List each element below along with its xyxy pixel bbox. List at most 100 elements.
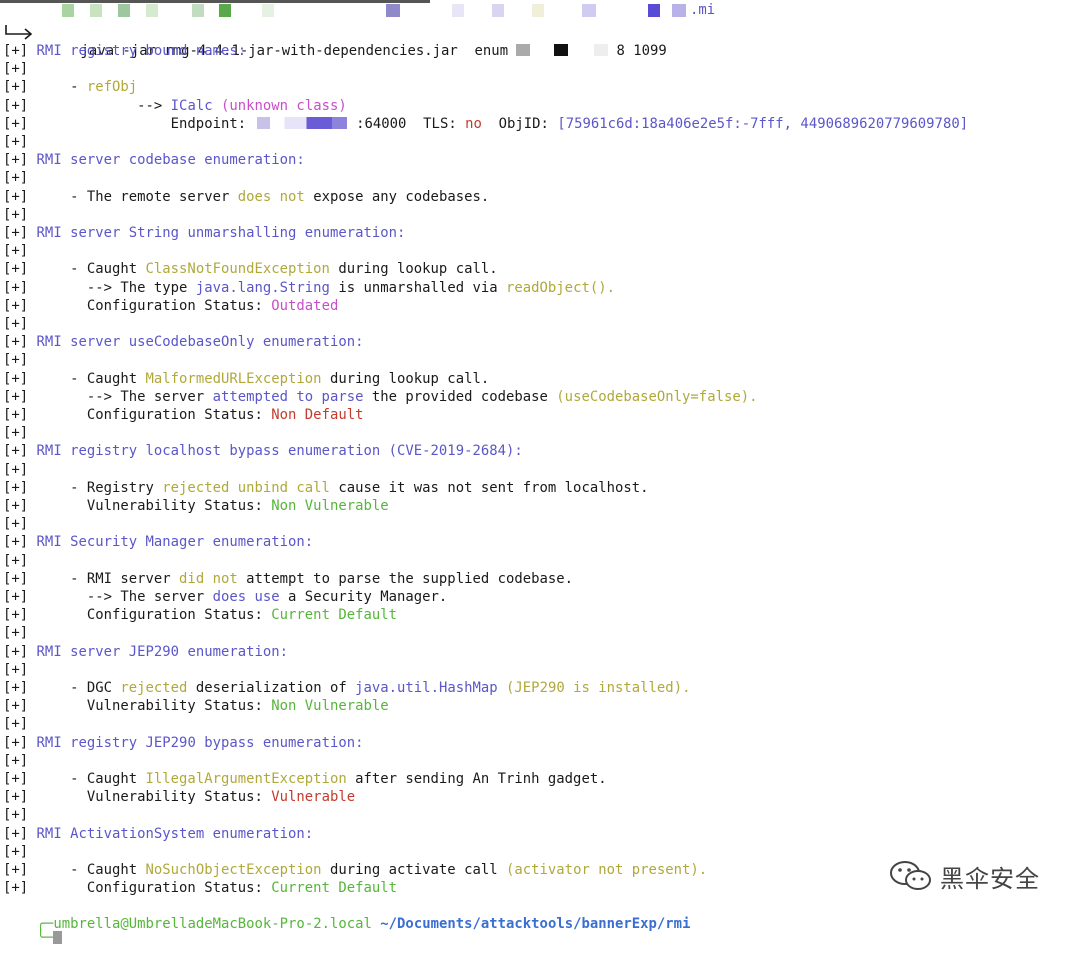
output-line: [+] Endpoint::64000 TLS: no ObjID: [7596… [3, 115, 968, 133]
output-segment: RMI server String unmarshalling enumerat… [36, 225, 406, 241]
output-segment [498, 680, 506, 696]
wechat-icon [890, 861, 931, 890]
output-line: [+] - Caught MalformedURLException durin… [3, 370, 489, 388]
output-line: [+] [3, 206, 28, 224]
output-segment: [+] - The remote server [3, 188, 238, 205]
output-segment: [+] - Caught [3, 370, 146, 387]
redaction-blocks [0, 0, 686, 17]
output-segment: java.lang.String [195, 279, 330, 296]
output-segment: during lookup call. [321, 370, 490, 387]
output-line: [+] [3, 315, 28, 333]
output-line: [+] - Registry rejected unbind call caus… [3, 479, 649, 497]
output-segment: a Security Manager. [279, 589, 448, 605]
output-line: [+] Configuration Status: Outdated [3, 297, 338, 315]
output-segment: [+] [3, 170, 29, 187]
output-segment: [+] [3, 206, 29, 223]
output-line: [+] [3, 552, 28, 570]
output-segment: [+] [3, 716, 29, 733]
output-segment: [+] - [3, 79, 87, 96]
output-line: [+] RMI server JEP290 enumeration: [3, 643, 288, 661]
output-segment: [+] [3, 334, 37, 351]
text-cursor [53, 931, 63, 944]
output-segment: (unknown class) [220, 97, 347, 114]
output-line: [+] [3, 242, 28, 260]
output-line: [+] - Caught IllegalArgumentException af… [3, 770, 607, 788]
output-segment: [+] [3, 516, 29, 533]
output-line: [+] --> ICalc (unknown class) [3, 97, 347, 115]
output-segment: [+] [3, 352, 29, 369]
output-line: [+] [3, 515, 28, 533]
command-line: java -jar rmg-4.4.1-jar-with-dependencie… [47, 24, 667, 59]
output-segment: does use [212, 589, 280, 605]
output-segment: no [465, 115, 482, 132]
output-segment: ObjID: [481, 115, 558, 132]
output-segment: Current Default [271, 880, 398, 897]
output-segment: Current Default [271, 607, 398, 624]
return-arrow-icon [5, 25, 33, 40]
output-segment: RMI registry localhost bypass enumeratio… [36, 443, 523, 460]
output-segment: expose any codebases. [304, 188, 490, 205]
output-segment: [+] - Caught [3, 261, 146, 278]
output-segment: [+] - RMI server [3, 570, 180, 587]
output-segment: cause it was not sent from localhost. [329, 479, 649, 496]
output-segment: RMI Security Manager enumeration: [36, 534, 314, 551]
output-segment: refObj [86, 79, 138, 96]
output-segment: is unmarshalled via [329, 279, 506, 296]
output-segment: :64000 TLS: [356, 115, 466, 132]
output-segment: RMI server codebase enumeration: [36, 152, 305, 169]
top-line-suffix: .mi [690, 2, 716, 18]
shell-prompt: ╭─umbrella@UmbrelladeMacBook-Pro-2.local… [3, 897, 691, 932]
output-segment: [+] [3, 461, 29, 478]
prompt-path: ~/Documents/attacktools/bannerExp/rmi [380, 916, 691, 932]
output-segment: [+] - Registry [3, 479, 163, 496]
output-segment: [+] [3, 807, 29, 824]
output-line: [+] [3, 461, 28, 479]
output-segment: readObject(). [506, 279, 615, 296]
terminal-window[interactable]: .mi java -jar rmg-4.4.1-jar-with-depende… [0, 0, 1080, 946]
output-segment: (activator not present). [506, 862, 708, 878]
output-segment: during lookup call. [329, 261, 498, 278]
watermark: 黑伞安全 [888, 858, 1058, 894]
output-line: [+] [3, 169, 28, 187]
output-segment: deserialization of [187, 680, 356, 696]
output-line: [+] - Caught NoSuchObjectException durin… [3, 861, 707, 879]
output-segment: [+] [3, 443, 37, 460]
output-segment: the provided codebase [363, 388, 557, 405]
output-segment: RMI server JEP290 enumeration: [36, 643, 289, 660]
output-segment: during activate call [321, 862, 506, 878]
output-line: [+] [3, 424, 28, 442]
output-segment: [+] [3, 552, 29, 569]
output-segment: [+] --> [3, 97, 171, 114]
redacted-top-line: .mi [0, 0, 720, 20]
output-line: [+] RMI ActivationSystem enumeration: [3, 825, 313, 843]
output-segment: does not [237, 188, 305, 205]
output-segment: Non Vulnerable [271, 698, 389, 715]
output-line: [+] RMI server String unmarshalling enum… [3, 224, 405, 242]
output-segment: [+] Configuration Status: [3, 297, 272, 314]
output-line: [+] --> The server does use a Security M… [3, 588, 447, 606]
output-line: [+] [3, 752, 28, 770]
output-segment: [+] --> The server [3, 388, 213, 405]
output-line: [+] --> The server attempted to parse th… [3, 388, 758, 406]
output-segment: [+] - DGC [3, 680, 121, 696]
output-line: [+] Vulnerability Status: Non Vulnerable [3, 497, 389, 515]
output-segment: rejected unbind call [162, 479, 330, 496]
output-segment: ICalc [170, 97, 221, 114]
output-segment: (useCodebaseOnly=false). [556, 388, 758, 405]
output-line: [+] - refObj [3, 78, 137, 96]
output-segment: [+] [3, 643, 37, 660]
output-line: [+] [3, 624, 28, 642]
output-line: [+] [3, 661, 28, 679]
output-segment: [+] Endpoint: [3, 115, 247, 132]
output-segment: [+] [3, 316, 29, 332]
prompt-tail: ╰─ [36, 930, 54, 946]
output-segment: MalformedURLException [145, 370, 322, 387]
output-segment: [+] [3, 225, 37, 241]
output-line: [+] [3, 806, 28, 824]
output-segment: [+] [3, 134, 29, 150]
shell-input-line[interactable]: ╰─ [3, 911, 63, 946]
output-line: [+] RMI Security Manager enumeration: [3, 533, 313, 551]
output-line: [+] RMI server codebase enumeration: [3, 151, 305, 169]
output-line: [+] Configuration Status: Current Defaul… [3, 606, 397, 624]
output-segment: [+] - Caught [3, 862, 146, 878]
